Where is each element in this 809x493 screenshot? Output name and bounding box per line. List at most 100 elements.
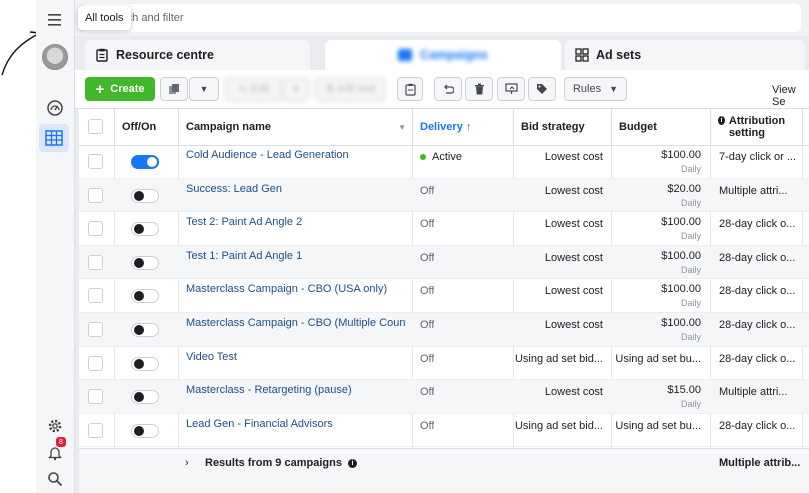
row-checkbox[interactable] [88,254,103,270]
settings-button[interactable] [36,412,74,440]
tag-icon [537,84,547,94]
budget-period: Daily [680,197,701,208]
clipboard-icon [96,48,108,62]
budget-period: Daily [680,264,701,275]
table-row[interactable]: Masterclass Campaign - CBO (USA only) Off… [79,279,809,313]
table-row[interactable]: Masterclass - Retargeting (pause) Off Lowe… [79,380,809,414]
edit-button[interactable]: ✎ Edit [225,77,283,101]
campaign-name-link[interactable]: Video Test [186,351,406,363]
search-button[interactable] [36,465,74,493]
campaign-name-link[interactable]: Lead Gen - Financial Advisors [186,418,406,430]
row-checkbox[interactable] [88,221,103,237]
duplicate-button[interactable] [160,77,188,101]
folder-icon [398,49,413,61]
campaign-name-link[interactable]: Masterclass Campaign - CBO (USA only) [186,283,406,295]
tag-button[interactable] [528,77,556,101]
campaign-name-link[interactable]: Test 1: Paint Ad Angle 1 [186,250,406,262]
tab-resource-centre[interactable]: Resource centre [85,40,310,70]
header-budget-label: Budget [619,121,657,133]
row-checkbox[interactable] [88,154,103,169]
table-header: Off/On Campaign name ▼ Delivery ↑ Bid st… [79,109,809,146]
campaign-toggle[interactable] [131,222,159,237]
budget-period: Daily [680,399,701,410]
active-dot-icon [420,154,426,161]
campaign-toggle[interactable] [131,356,159,371]
table-row[interactable]: Cold Audience - Lead Generation Active Low… [79,145,809,179]
campaigns-table: Off/On Campaign name ▼ Delivery ↑ Bid st… [79,109,809,493]
performance-dashboard-button[interactable] [36,94,74,122]
preview-button[interactable] [497,77,525,101]
toggle-knob [134,224,144,235]
bid-strategy-value: Lowest cost [544,319,603,331]
header-campaign-name[interactable]: Campaign name ▼ [179,109,413,145]
discard-button[interactable] [434,77,462,101]
notifications-button[interactable]: 8 [36,437,74,467]
account-avatar[interactable] [42,44,68,70]
edit-dropdown-button[interactable]: ▼ [283,77,309,101]
header-delivery[interactable]: Delivery ↑ [413,109,514,145]
undo-icon [444,84,454,94]
header-next-column[interactable]: i [803,109,809,145]
table-row[interactable]: Test 1: Paint Ad Angle 1 Off Lowest cost $1… [79,245,809,280]
campaign-toggle[interactable] [131,188,159,203]
duplicate-dropdown-button[interactable]: ▼ [189,77,219,101]
campaign-name-link[interactable]: Masterclass Campaign - CBO (Multiple Cou… [186,317,406,329]
tab-ad-sets[interactable]: Ad sets [565,40,805,70]
campaigns-table-button[interactable] [39,124,69,152]
clipboard-button[interactable] [397,77,423,101]
row-checkbox[interactable] [88,355,103,371]
header-attribution-setting[interactable]: i Attribution setting [711,109,803,145]
row-checkbox[interactable] [88,187,103,203]
campaign-toggle[interactable] [131,390,159,405]
delivery-status: Off [420,353,434,365]
row-checkbox[interactable] [88,288,103,304]
ab-test-label: A/B test [337,83,376,95]
campaign-toggle[interactable] [131,155,159,169]
delivery-status: Off [420,185,434,197]
campaign-name-link[interactable]: Cold Audience - Lead Generation [186,149,406,161]
budget-value: $15.00 [667,384,701,397]
gauge-icon [47,100,63,116]
campaign-name-link[interactable]: Test 2: Paint Ad Angle 2 [186,216,406,228]
table-row[interactable]: Video Test Off Using ad set bid... Using ad… [79,347,809,381]
bid-strategy-value: Lowest cost [544,151,603,163]
create-label: Create [110,83,145,95]
budget-period: Daily [680,231,701,242]
expand-chevron-icon[interactable]: › [185,457,189,469]
header-off-on-label: Off/On [122,121,157,133]
select-all-checkbox[interactable] [88,119,103,134]
campaign-name-link[interactable]: Masterclass - Retargeting (pause) [186,384,406,396]
campaign-toggle[interactable] [131,423,159,438]
header-budget[interactable]: Budget [612,109,711,145]
rules-dropdown[interactable]: Rules ▼ [564,77,627,101]
create-button[interactable]: + Create [85,77,155,101]
duplicate-icon [169,84,179,94]
row-checkbox[interactable] [88,389,103,405]
row-checkbox[interactable] [88,422,103,438]
view-setup-link[interactable]: View Se [772,84,809,108]
table-row[interactable]: Masterclass Campaign - CBO (Multiple Cou… [79,313,809,347]
campaign-toggle[interactable] [131,255,159,270]
clipboard-icon [404,83,416,96]
header-off-on[interactable]: Off/On [115,109,179,145]
campaign-name-link[interactable]: Success: Lead Gen [186,183,406,195]
tab-campaigns[interactable]: Campaigns [325,40,561,70]
campaign-toggle[interactable] [131,289,159,304]
delivery-status-label: Off [420,285,435,298]
budget-value: $100.00 [661,317,701,329]
delete-button[interactable] [465,77,493,101]
header-bid-strategy[interactable]: Bid strategy [514,109,612,145]
toggle-knob [134,291,144,302]
table-row[interactable]: Lead Gen - Financial Advisors Off Using ad… [79,414,809,448]
ab-test-button[interactable]: ⚗ A/B test [315,77,385,101]
table-row[interactable]: Test 2: Paint Ad Angle 2 Off Lowest cost $1… [79,212,809,246]
row-checkbox[interactable] [88,322,103,337]
table-row[interactable]: Success: Lead Gen Off Lowest cost $20.00 Dai… [79,178,809,213]
attribution-value: 28-day click o... [719,319,796,331]
ads-manager-page: 8 rch and filter All tools Resource cent… [0,0,809,493]
flask-icon: ⚗ [324,83,338,96]
search-filter-input[interactable]: rch and filter [81,4,801,32]
all-tools-button[interactable] [36,6,74,34]
info-icon: i [718,116,725,125]
campaign-toggle[interactable] [131,323,159,337]
